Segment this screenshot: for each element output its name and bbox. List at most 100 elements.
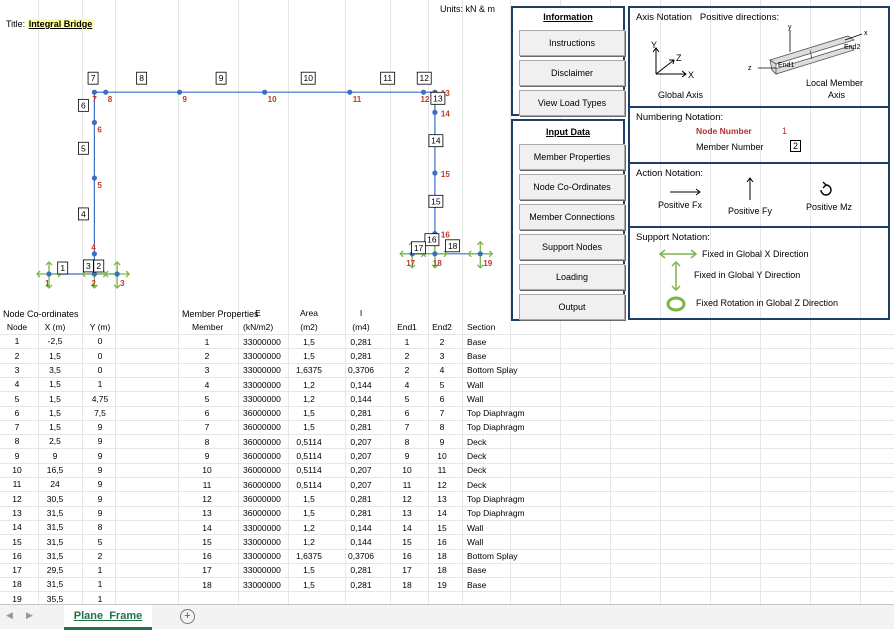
member-table-cell[interactable]: I [346,306,376,320]
member-table-cell[interactable]: 1,5 [294,578,324,592]
member-table-cell[interactable]: 0,5114 [294,478,324,492]
node-table-cell[interactable]: 9 [2,449,32,463]
node-table-cell[interactable]: 15 [2,535,32,549]
member-table-cell[interactable]: Top Diaphragm [467,506,525,520]
node-table-cell[interactable]: 1 [85,563,115,577]
member-table-cell[interactable]: Bottom Splay [467,549,518,563]
member-table-cell[interactable]: 1 [392,335,422,349]
member-table-cell[interactable]: 5 [392,392,422,406]
node-table-cell[interactable]: 0 [85,334,115,348]
node-table-cell[interactable]: 2 [85,549,115,563]
member-table-cell[interactable]: 0,281 [346,563,376,577]
member-table-cell[interactable]: Wall [467,378,483,392]
node-table-cell[interactable]: Node [2,320,32,334]
node-table-cell[interactable]: 8 [85,520,115,534]
member-table-cell[interactable]: 6 [427,392,457,406]
node-table-cell[interactable]: 3,5 [40,363,70,377]
node-table-cell[interactable]: 0 [85,363,115,377]
node-table-cell[interactable]: 0 [85,349,115,363]
member-table-cell[interactable]: 14 [192,521,222,535]
node-table-cell[interactable]: 1,5 [40,406,70,420]
member-table-cell[interactable]: 0,144 [346,378,376,392]
member-table-cell[interactable]: 12 [392,492,422,506]
node-table-cell[interactable]: 1 [85,377,115,391]
member-table-cell[interactable]: 0,281 [346,406,376,420]
member-table-cell[interactable]: 36000000 [243,478,281,492]
member-table-cell[interactable]: Base [467,578,486,592]
member-table-cell[interactable]: 3 [427,349,457,363]
member-table-cell[interactable]: 6 [192,406,222,420]
member-table-cell[interactable]: 1,6375 [294,549,324,563]
member-table-cell[interactable]: 0,3706 [346,549,376,563]
member-table-cell[interactable]: 4 [192,378,222,392]
node-table-cell[interactable]: 31,5 [40,549,70,563]
member-table-cell[interactable]: 36000000 [243,435,281,449]
member-properties-button[interactable]: Member Properties [519,144,625,170]
node-table-cell[interactable]: 3 [2,363,32,377]
node-table-cell[interactable]: 31,5 [40,506,70,520]
member-table-cell[interactable]: 4 [427,363,457,377]
member-table-cell[interactable]: Deck [467,463,486,477]
node-table-cell[interactable]: 10 [2,463,32,477]
member-table-cell[interactable]: 18 [427,563,457,577]
member-table-cell[interactable]: 11 [427,463,457,477]
member-table-cell[interactable]: 11 [392,478,422,492]
node-table-cell[interactable]: 9 [85,506,115,520]
member-table-cell[interactable]: Base [467,349,486,363]
node-table-cell[interactable]: 12 [2,492,32,506]
node-table-cell[interactable]: 1,5 [40,349,70,363]
member-table-cell[interactable]: 0,207 [346,449,376,463]
node-table-cell[interactable]: -2,5 [40,334,70,348]
member-table-cell[interactable]: 1,5 [294,420,324,434]
node-table-cell[interactable]: 5 [85,535,115,549]
member-table-cell[interactable]: 9 [192,449,222,463]
member-table-cell[interactable]: 1,2 [294,378,324,392]
member-table-cell[interactable]: 1,5 [294,335,324,349]
member-table-cell[interactable]: 14 [427,506,457,520]
member-table-cell[interactable]: Wall [467,535,483,549]
member-table-cell[interactable]: 36000000 [243,420,281,434]
member-table-cell[interactable]: 36000000 [243,506,281,520]
node-table-cell[interactable]: 31,5 [40,577,70,591]
node-table-cell[interactable]: 30,5 [40,492,70,506]
member-table-cell[interactable]: 10 [392,463,422,477]
member-table-cell[interactable]: 1,5 [294,563,324,577]
member-table-cell[interactable]: 0,3706 [346,363,376,377]
member-table-cell[interactable]: (m2) [294,320,324,334]
node-table-cell[interactable]: 19 [2,592,32,604]
member-table-cell[interactable]: 6 [392,406,422,420]
node-table-cell[interactable]: 1,5 [40,377,70,391]
member-table-cell[interactable]: 17 [392,563,422,577]
next-sheet-icon[interactable]: ▶ [26,610,33,621]
node-table-cell[interactable]: 24 [40,477,70,491]
node-table-cell[interactable]: 1,5 [40,420,70,434]
member-table-cell[interactable]: 36000000 [243,449,281,463]
add-sheet-icon[interactable]: + [180,609,195,624]
member-table-cell[interactable]: 36000000 [243,463,281,477]
member-table-cell[interactable]: 2 [392,349,422,363]
member-table-cell[interactable]: Top Diaphragm [467,492,525,506]
member-table-cell[interactable]: 11 [192,478,222,492]
node-table-cell[interactable]: 2,5 [40,434,70,448]
member-table-cell[interactable]: 0,281 [346,506,376,520]
member-table-cell[interactable]: 0,144 [346,535,376,549]
node-table-cell[interactable]: 9 [85,477,115,491]
member-table-cell[interactable]: 13 [192,506,222,520]
member-table-cell[interactable]: 0,281 [346,335,376,349]
member-table-cell[interactable]: 15 [192,535,222,549]
member-table-cell[interactable]: Section [467,320,495,334]
member-table-cell[interactable]: 18 [192,578,222,592]
member-table-cell[interactable]: 9 [427,435,457,449]
node-table-cell[interactable]: 9 [85,492,115,506]
member-table-cell[interactable]: 1,5 [294,506,324,520]
node-table-cell[interactable]: 31,5 [40,520,70,534]
node-table-cell[interactable]: 29,5 [40,563,70,577]
disclaimer-button[interactable]: Disclaimer [519,60,625,86]
member-table-cell[interactable]: 16 [192,549,222,563]
node-table-cell[interactable]: 7,5 [85,406,115,420]
member-table-cell[interactable]: 15 [392,535,422,549]
member-table-cell[interactable]: Deck [467,478,486,492]
member-table-cell[interactable]: 8 [427,420,457,434]
node-table-cell[interactable]: 6 [2,406,32,420]
member-table-cell[interactable]: 33000000 [243,363,281,377]
